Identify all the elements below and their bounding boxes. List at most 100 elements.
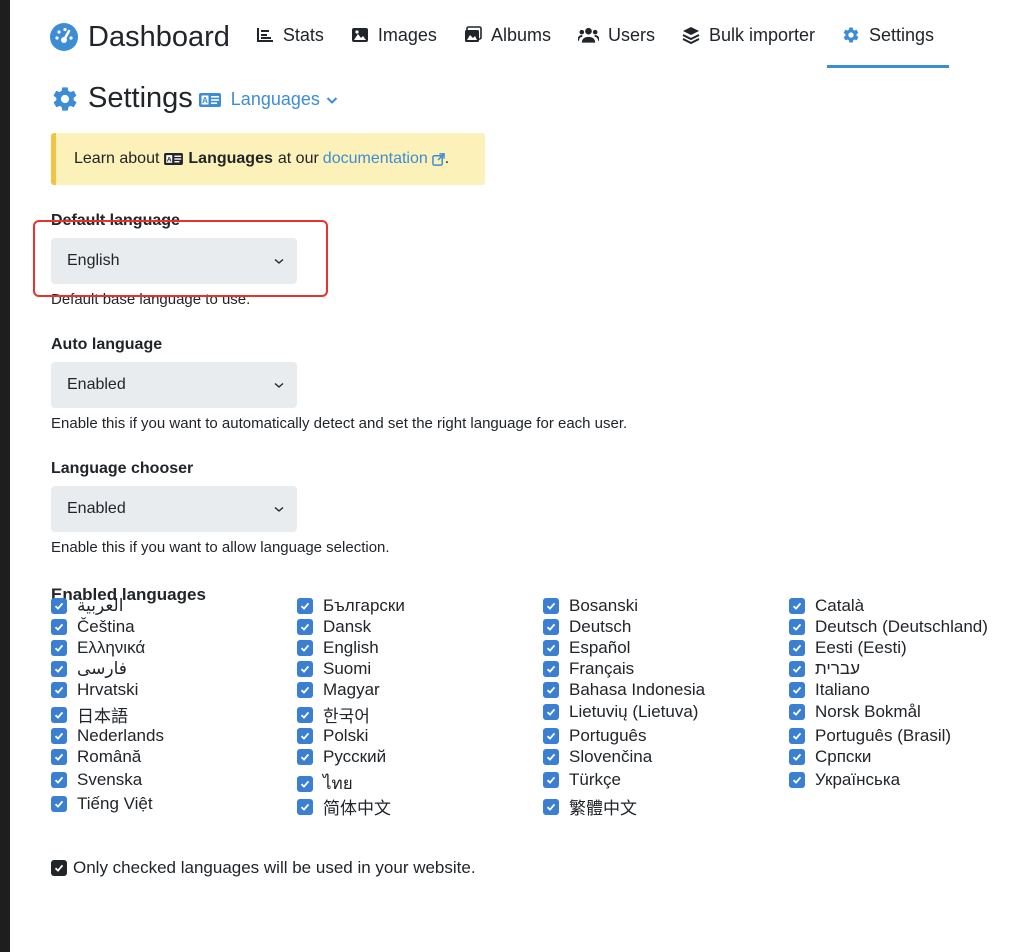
language-option[interactable]: Nederlands xyxy=(51,726,164,746)
language-option[interactable]: Türkçe xyxy=(543,770,621,790)
language-option[interactable]: Română xyxy=(51,747,141,767)
language-checkbox[interactable] xyxy=(789,661,805,677)
language-checkbox[interactable] xyxy=(789,704,805,720)
external-link-icon[interactable] xyxy=(431,152,445,166)
language-option[interactable]: Français xyxy=(543,659,634,679)
language-option[interactable]: Português (Brasil) xyxy=(789,726,951,746)
language-checkbox[interactable] xyxy=(543,640,559,656)
language-option[interactable]: Ελληνικά xyxy=(51,638,145,658)
language-checkbox[interactable] xyxy=(297,640,313,656)
language-checkbox[interactable] xyxy=(51,706,67,723)
language-checkbox[interactable] xyxy=(543,598,559,614)
language-option[interactable]: Українська xyxy=(789,770,900,790)
nav-settings-label: Settings xyxy=(869,24,935,45)
section-dropdown-label: Languages xyxy=(230,89,320,109)
language-checkbox[interactable] xyxy=(297,706,313,723)
language-checkbox[interactable] xyxy=(789,640,805,656)
brand[interactable]: Dashboard xyxy=(50,21,230,54)
language-checkbox[interactable] xyxy=(789,772,805,788)
language-checkbox[interactable] xyxy=(543,798,559,815)
nav-users[interactable]: Users xyxy=(577,0,655,70)
language-checkbox[interactable] xyxy=(543,661,559,677)
language-checkbox[interactable] xyxy=(789,728,805,744)
language-chooser-select[interactable]: Enabled xyxy=(51,486,297,532)
language-option[interactable]: فارسی xyxy=(51,659,127,679)
language-checkbox[interactable] xyxy=(297,775,313,792)
language-option[interactable]: English xyxy=(297,638,379,658)
language-option[interactable]: Magyar xyxy=(297,680,380,700)
language-option[interactable]: Lietuvių (Lietuva) xyxy=(543,702,698,722)
language-checkbox[interactable] xyxy=(297,749,313,765)
language-checkbox[interactable] xyxy=(51,682,67,698)
language-checkbox[interactable] xyxy=(297,619,313,635)
language-checkbox[interactable] xyxy=(543,772,559,788)
language-option[interactable]: Polski xyxy=(297,726,368,746)
language-option[interactable]: Català xyxy=(789,596,864,616)
nav-bulk-importer[interactable]: Bulk importer xyxy=(682,0,815,70)
language-checkbox[interactable] xyxy=(543,728,559,744)
brand-title: Dashboard xyxy=(88,20,230,53)
language-checkbox[interactable] xyxy=(297,682,313,698)
language-option[interactable]: العربية xyxy=(51,596,123,616)
language-option[interactable]: Русский xyxy=(297,747,386,767)
language-checkbox[interactable] xyxy=(543,619,559,635)
language-checkbox[interactable] xyxy=(297,598,313,614)
language-checkbox[interactable] xyxy=(51,749,67,765)
nav-albums-label: Albums xyxy=(490,24,551,45)
language-checkbox[interactable] xyxy=(789,598,805,614)
language-label: Čeština xyxy=(77,617,135,636)
language-option[interactable]: Српски xyxy=(789,747,871,767)
language-option[interactable]: Norsk Bokmål xyxy=(789,702,921,722)
language-option[interactable]: 한국어 xyxy=(297,702,370,727)
documentation-link[interactable]: documentation xyxy=(323,150,428,168)
language-option[interactable]: Suomi xyxy=(297,659,371,679)
language-option[interactable]: ไทย xyxy=(297,770,353,797)
nav-albums[interactable]: Albums xyxy=(464,0,551,70)
language-label: Українська xyxy=(815,770,901,789)
language-option[interactable]: Español xyxy=(543,638,630,658)
language-checkbox[interactable] xyxy=(51,728,67,744)
language-option[interactable]: Deutsch (Deutschland) xyxy=(789,617,988,637)
auto-language-select[interactable]: Enabled xyxy=(51,362,297,408)
language-option[interactable]: Svenska xyxy=(51,770,142,790)
language-option[interactable]: Български xyxy=(297,596,405,616)
language-option[interactable]: 简体中文 xyxy=(297,794,391,819)
language-checkbox[interactable] xyxy=(789,619,805,635)
language-checkbox[interactable] xyxy=(543,749,559,765)
language-option[interactable]: Čeština xyxy=(51,617,135,637)
language-checkbox[interactable] xyxy=(543,704,559,720)
language-checkbox[interactable] xyxy=(297,661,313,677)
language-checkbox[interactable] xyxy=(297,728,313,744)
language-option[interactable]: Italiano xyxy=(789,680,870,700)
language-checkbox[interactable] xyxy=(51,598,67,614)
callout-suffix: . xyxy=(444,150,450,167)
documentation-callout: Learn about A Languages at our documenta… xyxy=(51,133,485,185)
language-option[interactable]: 繁體中文 xyxy=(543,794,637,819)
language-checkbox[interactable] xyxy=(543,682,559,698)
language-option[interactable]: Deutsch xyxy=(543,617,631,637)
language-checkbox[interactable] xyxy=(51,640,67,656)
language-checkbox[interactable] xyxy=(789,749,805,765)
language-chooser-help: Enable this if you want to allow languag… xyxy=(51,539,390,556)
language-option[interactable]: Dansk xyxy=(297,617,371,637)
language-option[interactable]: Eesti (Eesti) xyxy=(789,638,907,658)
nav-settings[interactable]: Settings xyxy=(827,0,950,70)
language-checkbox[interactable] xyxy=(51,661,67,677)
language-checkbox[interactable] xyxy=(51,619,67,635)
nav-images[interactable]: Images xyxy=(351,0,437,70)
language-option[interactable]: עברית xyxy=(789,659,860,679)
language-label: Română xyxy=(77,747,142,766)
language-option[interactable]: Português xyxy=(543,726,647,746)
language-option[interactable]: Hrvatski xyxy=(51,680,138,700)
language-checkbox[interactable] xyxy=(297,798,313,815)
section-dropdown[interactable]: Languages xyxy=(231,89,338,110)
nav-stats[interactable]: Stats xyxy=(256,0,324,70)
language-checkbox[interactable] xyxy=(51,796,67,812)
language-option[interactable]: Tiếng Việt xyxy=(51,794,153,814)
language-option[interactable]: Slovenčina xyxy=(543,747,652,767)
language-option[interactable]: Bahasa Indonesia xyxy=(543,680,705,700)
language-checkbox[interactable] xyxy=(51,772,67,788)
language-option[interactable]: 日本語 xyxy=(51,702,128,727)
language-option[interactable]: Bosanski xyxy=(543,596,638,616)
language-checkbox[interactable] xyxy=(789,682,805,698)
